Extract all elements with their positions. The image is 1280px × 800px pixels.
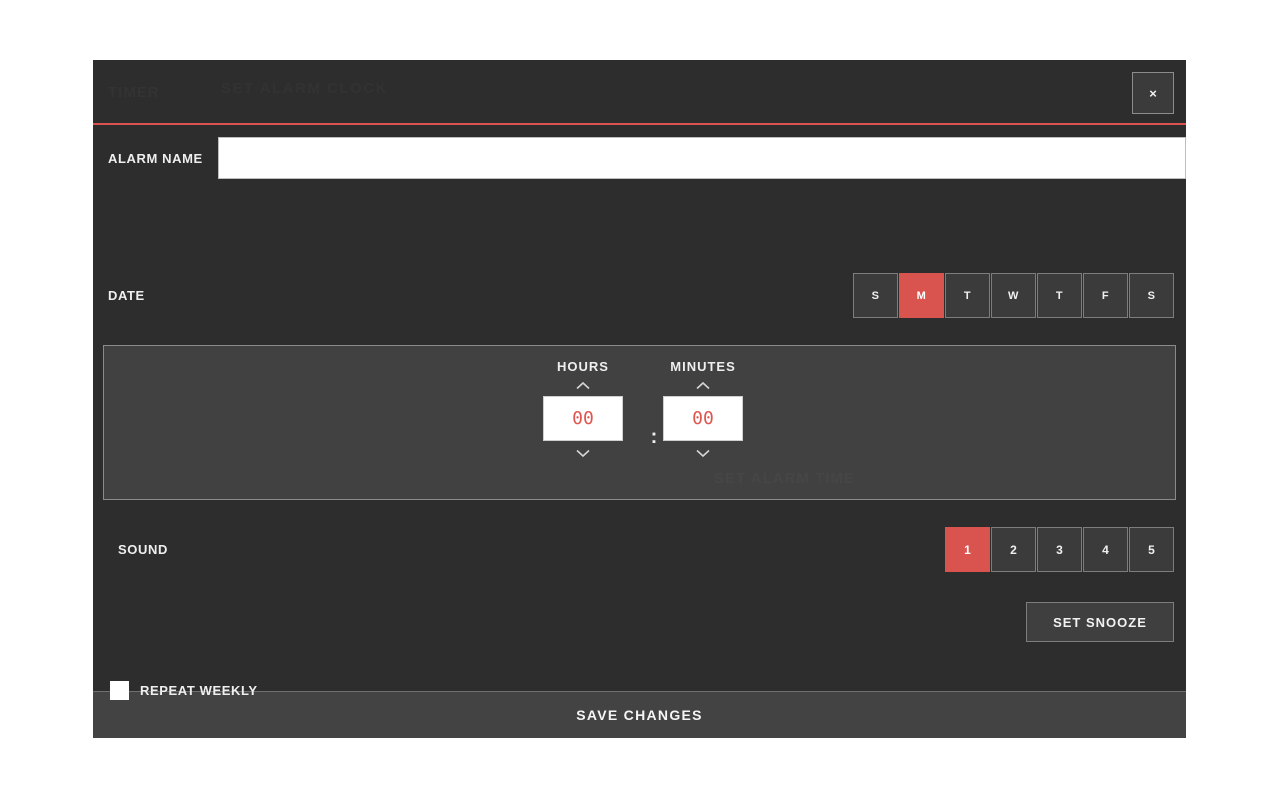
sound-row: SOUND 1 2 3 4 5 [93,527,1186,572]
day-button-label: S [871,289,880,302]
day-button-wed[interactable]: W [991,273,1036,318]
repeat-weekly-label: REPEAT WEEKLY [140,683,258,698]
day-button-label: T [1055,289,1064,302]
date-row: DATE S M T W T F S [93,273,1186,318]
time-picker-panel: HOURS 00 : MINUTES 00 SET ALARM TIME [103,345,1176,500]
sound-selector: 1 2 3 4 5 [945,527,1174,572]
hours-decrement-button[interactable] [533,441,633,463]
day-button-thu[interactable]: T [1037,273,1082,318]
set-snooze-button[interactable]: SET SNOOZE [1026,602,1174,642]
hours-input[interactable]: 00 [543,396,623,441]
modal-subtitle: SET ALARM CLOCK [221,80,388,97]
set-snooze-label: SET SNOOZE [1053,614,1147,630]
day-button-label: M [916,289,927,302]
minutes-input[interactable]: 00 [663,396,743,441]
sound-button-5[interactable]: 5 [1129,527,1174,572]
sound-button-label: 1 [964,542,971,557]
day-button-label: T [963,289,972,302]
save-changes-label: SAVE CHANGES [576,707,703,723]
day-button-label: F [1101,289,1110,302]
sound-button-label: 3 [1056,542,1063,557]
hours-label: HOURS [557,359,609,374]
time-panel-ghost-text: SET ALARM TIME [714,470,855,487]
modal-body: ALARM NAME DATE S M T W T F S HOURS 00:… [93,125,1186,700]
chevron-up-icon [576,381,590,389]
chevron-down-icon [576,449,590,457]
close-icon: × [1149,85,1157,101]
day-button-mon[interactable]: M [899,273,944,318]
chevron-up-icon [696,381,710,389]
close-button[interactable]: × [1132,72,1174,114]
hours-spinner: HOURS 00 [533,346,633,463]
sound-button-label: 5 [1148,542,1155,557]
time-picker-inner: HOURS 00 : MINUTES 00 SET ALARM TIME [529,346,854,501]
minutes-decrement-button[interactable] [653,441,753,463]
page-root: TIMER SET ALARM CLOCK × ALARM NAME DATE … [0,0,1280,800]
day-button-sun[interactable]: S [853,273,898,318]
minutes-spinner: MINUTES 00 [653,346,753,463]
modal-header: TIMER SET ALARM CLOCK × [93,60,1186,125]
minutes-label: MINUTES [670,359,736,374]
chevron-down-icon [696,449,710,457]
day-button-fri[interactable]: F [1083,273,1128,318]
repeat-weekly-row: REPEAT WEEKLY [110,681,258,700]
alarm-name-label: ALARM NAME [108,150,203,166]
alarm-name-row: ALARM NAME [93,136,1186,180]
day-button-sat[interactable]: S [1129,273,1174,318]
minutes-increment-button[interactable] [653,374,753,396]
day-button-label: S [1147,289,1156,302]
alarm-settings-modal: TIMER SET ALARM CLOCK × ALARM NAME DATE … [93,60,1186,738]
alarm-name-input[interactable] [217,137,1186,179]
day-button-label: W [1008,289,1019,302]
sound-button-label: 4 [1102,542,1109,557]
day-button-tue[interactable]: T [945,273,990,318]
sound-label: SOUND [118,542,168,557]
hours-increment-button[interactable] [533,374,633,396]
day-selector: S M T W T F S [853,273,1174,318]
date-label: DATE [108,287,145,303]
modal-title: TIMER [108,84,160,101]
sound-button-label: 2 [1010,542,1017,557]
sound-button-2[interactable]: 2 [991,527,1036,572]
sound-button-1[interactable]: 1 [945,527,990,572]
repeat-weekly-checkbox[interactable] [110,681,129,700]
sound-button-3[interactable]: 3 [1037,527,1082,572]
sound-button-4[interactable]: 4 [1083,527,1128,572]
